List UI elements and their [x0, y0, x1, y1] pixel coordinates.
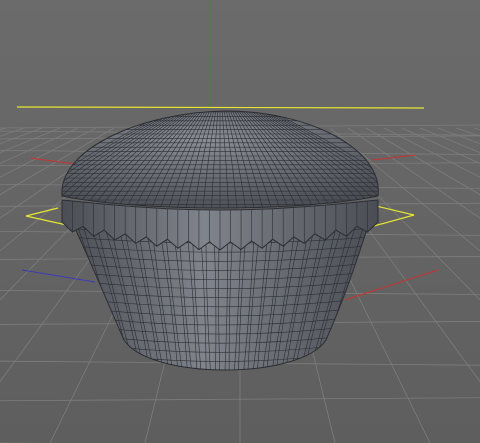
- 3d-viewport[interactable]: [0, 0, 480, 443]
- viewport-canvas[interactable]: [0, 0, 480, 443]
